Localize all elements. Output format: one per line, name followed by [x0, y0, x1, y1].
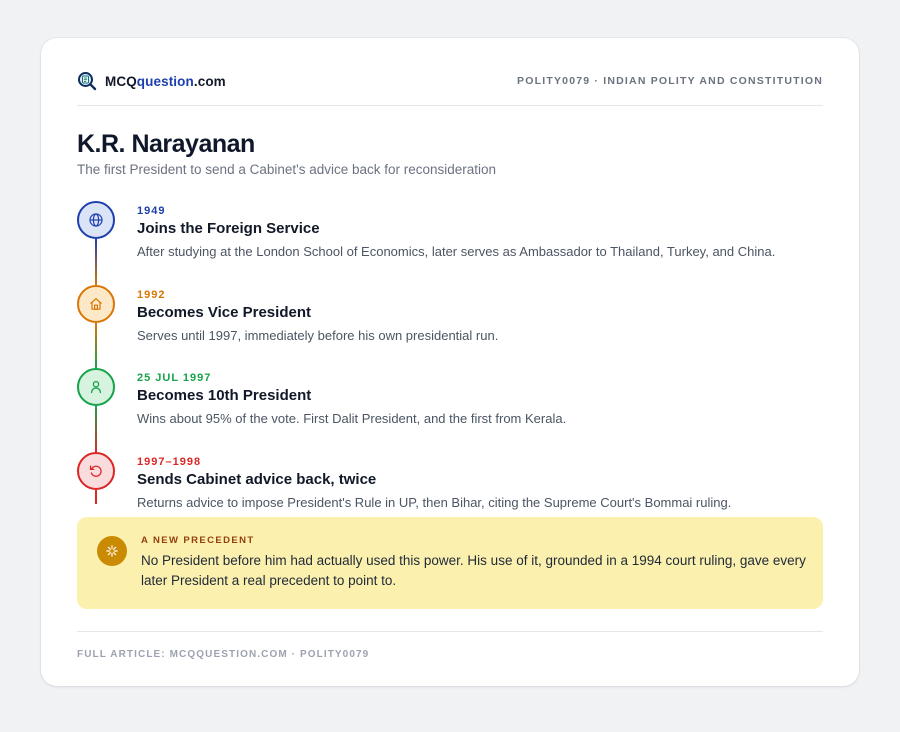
precedent-callout: A NEW PRECEDENT No President before him … [77, 517, 823, 609]
event-date: 1949 [137, 205, 166, 217]
event-description: Returns advice to impose President's Rul… [137, 495, 732, 510]
timeline-event: 25 JUL 1997 Becomes 10th President Wins … [77, 368, 823, 452]
event-description: Serves until 1997, immediately before hi… [137, 328, 499, 343]
event-title: Becomes 10th President [137, 387, 312, 404]
event-date: 25 JUL 1997 [137, 372, 212, 384]
footer-divider [77, 631, 823, 632]
timeline-event: 1992 Becomes Vice President Serves until… [77, 285, 823, 369]
event-date: 1997–1998 [137, 456, 202, 468]
event-node [77, 452, 115, 490]
return-arrow-icon [89, 465, 102, 477]
callout-label: A NEW PRECEDENT [141, 535, 255, 546]
event-date: 1992 [137, 289, 166, 301]
article-meta: POLITY0079 · INDIAN POLITY AND CONSTITUT… [517, 75, 823, 87]
event-title: Sends Cabinet advice back, twice [137, 471, 377, 488]
brand[interactable]: MCQquestion.com [77, 71, 226, 91]
callout-text: No President before him had actually use… [141, 553, 806, 588]
page-title: K.R. Narayanan [77, 130, 255, 158]
event-node [77, 201, 115, 239]
event-title: Becomes Vice President [137, 304, 311, 321]
event-title: Joins the Foreign Service [137, 220, 320, 237]
event-node [77, 285, 115, 323]
brand-suffix: .com [193, 73, 226, 89]
header: MCQquestion.com POLITY0079 · INDIAN POLI… [77, 68, 823, 106]
person-icon [90, 380, 102, 394]
event-description: After studying at the London School of E… [137, 244, 776, 259]
event-node [77, 368, 115, 406]
sparkle-icon [97, 536, 127, 566]
building-icon [90, 298, 102, 310]
article-card: MCQquestion.com POLITY0079 · INDIAN POLI… [41, 38, 859, 686]
brand-highlight: question [136, 73, 194, 89]
timeline-event: 1949 Joins the Foreign Service After stu… [77, 201, 823, 285]
brand-name: MCQquestion.com [105, 74, 226, 89]
brand-prefix: MCQ [105, 73, 137, 89]
event-description: Wins about 95% of the vote. First Dalit … [137, 411, 567, 426]
page-subtitle: The first President to send a Cabinet's … [77, 162, 497, 177]
footer-link[interactable]: FULL ARTICLE: MCQQUESTION.COM · POLITY00… [77, 649, 369, 660]
magnifier-logo-icon [78, 72, 97, 91]
globe-icon [89, 213, 103, 227]
